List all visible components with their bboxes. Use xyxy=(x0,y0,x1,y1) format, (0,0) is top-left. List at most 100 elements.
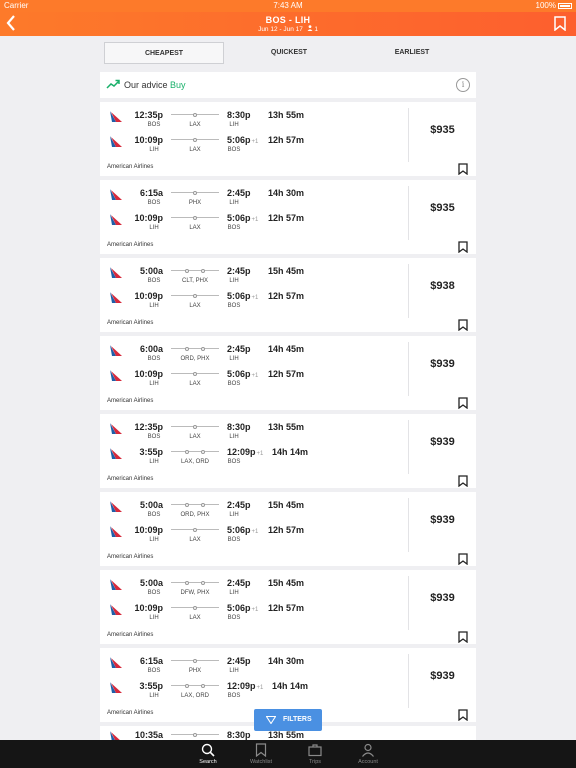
save-flight-button[interactable] xyxy=(458,396,468,414)
return-leg: 3:55p LIH LAX, ORD 12:09p+1 BOS 14h 14m xyxy=(100,445,408,467)
save-flight-button[interactable] xyxy=(458,708,468,726)
arrival-time-value: 5:06p xyxy=(227,135,251,145)
result-card[interactable]: 12:35p BOS LAX 8:30p LIH 13h 55m 10:09p … xyxy=(100,102,476,176)
bookmark-icon xyxy=(458,397,468,410)
info-icon[interactable]: i xyxy=(456,78,470,92)
outbound-leg: 6:00a BOS ORD, PHX 2:45p LIH 14h 45m xyxy=(100,342,408,364)
departure-time: 10:09p xyxy=(134,369,163,379)
route-title: BOS - LIH xyxy=(265,15,311,25)
tab-watchlist[interactable]: Watchlist xyxy=(236,740,286,768)
stop-marker xyxy=(201,502,205,507)
filters-button[interactable]: FILTERS xyxy=(254,709,322,731)
arrival-time: 2:45p xyxy=(227,344,252,354)
watch-route-button[interactable] xyxy=(554,16,566,36)
arrival-airport: LIH xyxy=(229,122,239,128)
stop-marker xyxy=(185,346,189,351)
departure-time: 10:09p xyxy=(134,603,163,613)
price: $935 xyxy=(430,124,455,136)
airline-logo-icon xyxy=(110,501,122,512)
result-card[interactable]: 12:35p BOS LAX 8:30p LIH 13h 55m 3:55p L… xyxy=(100,414,476,488)
arrival-airport: LIH xyxy=(229,278,239,284)
departure-time: 10:09p xyxy=(134,291,163,301)
stop-marker xyxy=(201,580,205,585)
arrival-airport: BOS xyxy=(227,381,241,387)
route-line xyxy=(171,580,219,585)
person-icon xyxy=(362,743,374,757)
arrival-time: 2:45p xyxy=(227,578,252,588)
departure-time: 5:00a xyxy=(139,500,163,510)
bookmark-icon xyxy=(255,743,267,757)
save-flight-button[interactable] xyxy=(458,474,468,492)
route-line xyxy=(171,449,219,454)
arrival-time: 12:09p+1 xyxy=(227,681,263,691)
flight-duration: 13h 55m xyxy=(268,730,305,740)
route-line xyxy=(171,293,219,298)
arrival-time: 5:06p+1 xyxy=(227,213,258,223)
airline-name: American Airlines xyxy=(107,242,154,248)
briefcase-icon xyxy=(308,744,322,757)
arrival-time-value: 2:45p xyxy=(227,656,251,666)
departure-time: 6:15a xyxy=(139,188,163,198)
flight-duration: 14h 14m xyxy=(272,681,309,691)
route-line xyxy=(171,658,219,663)
arrival-airport: LIH xyxy=(229,200,239,206)
passenger-count: 1 xyxy=(314,26,318,33)
flight-duration: 14h 14m xyxy=(272,447,309,457)
arrival-time: 5:06p+1 xyxy=(227,603,258,613)
arrival-airport: LIH xyxy=(229,512,239,518)
advice-label: Our advice xyxy=(124,80,168,90)
arrival-airport: LIH xyxy=(229,590,239,596)
arrival-airport: BOS xyxy=(227,303,241,309)
arrival-time-value: 5:06p xyxy=(227,369,251,379)
airline-name: American Airlines xyxy=(107,398,154,404)
result-card[interactable]: 6:00a BOS ORD, PHX 2:45p LIH 14h 45m 10:… xyxy=(100,336,476,410)
departure-time: 12:35p xyxy=(134,422,163,432)
tab-cheapest[interactable]: CHEAPEST xyxy=(104,42,224,64)
flight-duration: 12h 57m xyxy=(268,291,305,301)
save-flight-button[interactable] xyxy=(458,552,468,570)
stop-marker xyxy=(193,527,197,532)
sort-tabs: CHEAPEST QUICKEST EARLIEST xyxy=(104,42,474,64)
tab-trips[interactable]: Trips xyxy=(290,740,340,768)
arrival-time: 2:45p xyxy=(227,266,252,276)
stop-marker xyxy=(185,268,189,273)
save-flight-button[interactable] xyxy=(458,318,468,336)
layover-airports: DFW, PHX xyxy=(180,590,210,596)
arrival-time-value: 5:06p xyxy=(227,291,251,301)
layover-airports: PHX xyxy=(188,668,202,674)
tab-search[interactable]: Search xyxy=(183,740,233,768)
arrival-airport: LIH xyxy=(229,356,239,362)
outbound-leg: 12:35p BOS LAX 8:30p LIH 13h 55m xyxy=(100,420,408,442)
save-flight-button[interactable] xyxy=(458,162,468,180)
battery-percent: 100% xyxy=(535,1,556,10)
airline-name: American Airlines xyxy=(107,320,154,326)
tab-quickest[interactable]: QUICKEST xyxy=(229,42,349,64)
save-flight-button[interactable] xyxy=(458,630,468,648)
airline-logo-icon xyxy=(110,267,122,278)
result-card[interactable]: 5:00a BOS DFW, PHX 2:45p LIH 15h 45m 10:… xyxy=(100,570,476,644)
result-card[interactable]: 5:00a BOS CLT, PHX 2:45p LIH 15h 45m 10:… xyxy=(100,258,476,332)
save-flight-button[interactable] xyxy=(458,240,468,258)
outbound-leg: 5:00a BOS DFW, PHX 2:45p LIH 15h 45m xyxy=(100,576,408,598)
departure-time: 5:00a xyxy=(139,578,163,588)
layover-airports: LAX, ORD xyxy=(180,693,209,699)
stop-marker xyxy=(193,658,197,663)
next-day-indicator: +1 xyxy=(256,685,264,691)
layover-airports: LAX, ORD xyxy=(180,459,209,465)
stop-marker xyxy=(185,580,189,585)
arrival-time: 5:06p+1 xyxy=(227,135,258,145)
arrival-airport: LIH xyxy=(229,668,239,674)
stop-marker xyxy=(193,215,197,220)
flight-duration: 15h 45m xyxy=(268,266,305,276)
result-card[interactable]: 5:00a BOS ORD, PHX 2:45p LIH 15h 45m 10:… xyxy=(100,492,476,566)
advice-bar: Our advice Buy i xyxy=(100,72,476,98)
stop-marker xyxy=(193,424,197,429)
arrival-time-value: 12:09p xyxy=(227,681,256,691)
status-bar: Carrier 7:43 AM 100% xyxy=(0,0,576,12)
tab-earliest[interactable]: EARLIEST xyxy=(352,42,472,64)
tab-account[interactable]: Account xyxy=(343,740,393,768)
route-line xyxy=(171,112,219,117)
results-list: 12:35p BOS LAX 8:30p LIH 13h 55m 10:09p … xyxy=(100,102,476,740)
airline-logo-icon xyxy=(110,604,122,615)
result-card[interactable]: 6:15a BOS PHX 2:45p LIH 14h 30m 10:09p L… xyxy=(100,180,476,254)
